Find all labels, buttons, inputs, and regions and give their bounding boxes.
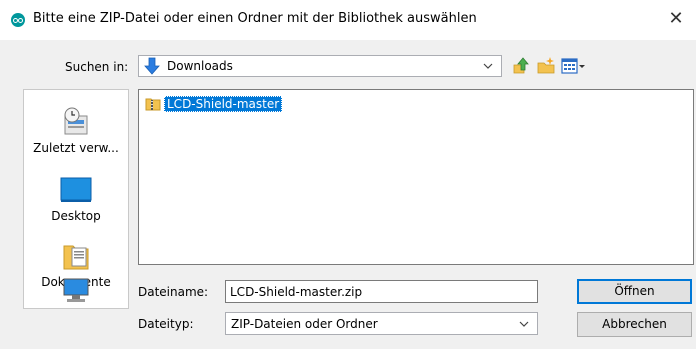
chevron-down-icon[interactable] (481, 59, 495, 73)
cancel-button[interactable]: Abbrechen (577, 312, 692, 337)
open-button[interactable]: Öffnen (577, 279, 692, 304)
filetype-value: ZIP-Dateien oder Ordner (231, 317, 378, 331)
up-one-level-icon[interactable] (511, 56, 531, 76)
view-menu-icon[interactable] (560, 56, 586, 76)
lookin-dropdown[interactable]: Downloads (138, 55, 502, 77)
lookin-value: Downloads (167, 59, 233, 73)
list-item[interactable]: LCD-Shield-master (145, 95, 283, 113)
new-folder-icon[interactable] (536, 56, 556, 76)
documents-icon (63, 245, 89, 270)
filetype-label: Dateityp: (138, 317, 194, 331)
recent-items-icon (64, 107, 88, 135)
filename-input[interactable] (225, 280, 538, 303)
lookin-label: Suchen in: (65, 60, 129, 74)
places-bar: Zuletzt verw... Desktop Dokumente (23, 89, 129, 309)
desktop-icon (60, 177, 92, 202)
down-arrow-folder-icon (144, 57, 160, 75)
chevron-down-icon[interactable] (517, 317, 531, 331)
filename-label: Dateiname: (138, 285, 209, 299)
place-computer[interactable] (24, 277, 128, 308)
filetype-dropdown[interactable]: ZIP-Dateien oder Ordner (225, 312, 538, 335)
arduino-app-icon (11, 13, 25, 27)
close-button[interactable]: ✕ (662, 8, 690, 32)
computer-icon (63, 278, 89, 302)
place-desktop[interactable]: Desktop (24, 174, 128, 223)
file-name[interactable]: LCD-Shield-master (164, 96, 283, 112)
place-recent[interactable]: Zuletzt verw... (24, 106, 128, 155)
zip-folder-icon (145, 98, 161, 111)
close-icon[interactable]: ✕ (668, 8, 683, 29)
place-recent-label: Zuletzt verw... (33, 141, 119, 155)
window-title: Bitte eine ZIP-Datei oder einen Ordner m… (33, 11, 477, 26)
place-desktop-label: Desktop (51, 209, 101, 223)
file-list[interactable]: LCD-Shield-master (138, 89, 694, 265)
title-bar: Bitte eine ZIP-Datei oder einen Ordner m… (0, 0, 696, 40)
